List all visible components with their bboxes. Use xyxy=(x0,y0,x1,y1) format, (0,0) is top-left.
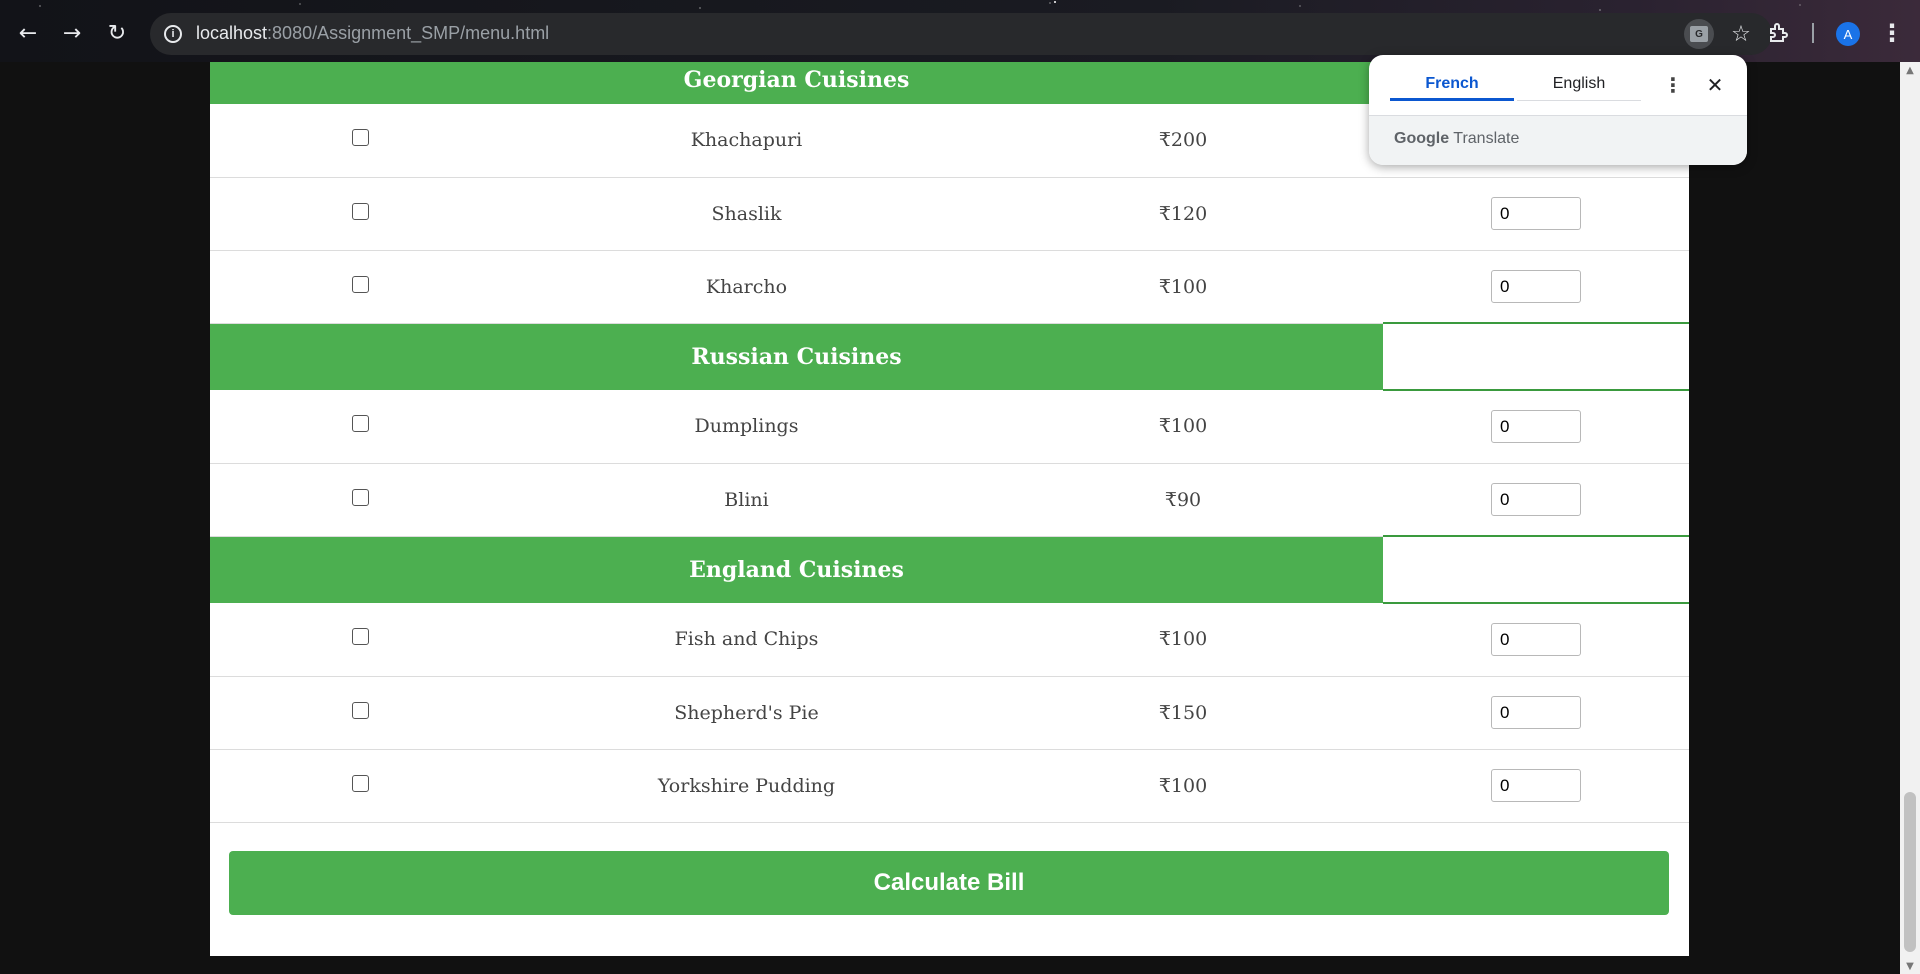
quantity-input[interactable]: 0 xyxy=(1491,696,1582,729)
menu-item-row: Blini ₹90 0 xyxy=(210,463,1690,537)
quantity-input[interactable]: 0 xyxy=(1491,410,1582,444)
more-options-icon[interactable]: ⋮ xyxy=(1661,71,1685,99)
menu-item-row: Kharcho ₹100 0 xyxy=(210,250,1690,324)
menu-item-row: Shaslik ₹120 0 xyxy=(210,177,1690,251)
scroll-up-icon[interactable]: ▲ xyxy=(1900,62,1920,78)
quantity-cell: 0 xyxy=(1383,177,1690,251)
checkbox-cell xyxy=(210,390,510,464)
info-icon[interactable]: i xyxy=(164,25,182,43)
back-arrow-icon[interactable]: ← xyxy=(12,17,44,49)
category-row: England Cuisines xyxy=(210,535,1690,604)
quantity-cell: 0 xyxy=(1383,390,1690,464)
translate-icon: G xyxy=(1690,26,1708,42)
item-name: Shepherd's Pie xyxy=(510,676,983,750)
translate-popup-footer: Google Translate xyxy=(1369,115,1747,165)
item-checkbox[interactable] xyxy=(351,628,369,646)
translate-popup-header: French English ⋮ ✕ xyxy=(1369,55,1747,115)
menu-item-row: Yorkshire Pudding ₹100 0 xyxy=(210,749,1690,823)
item-name: Blini xyxy=(510,463,983,537)
category-title: England Cuisines xyxy=(210,536,1384,603)
checkbox-cell xyxy=(210,250,510,324)
item-checkbox[interactable] xyxy=(351,488,369,506)
quantity-cell: 0 xyxy=(1383,250,1690,324)
item-name: Dumplings xyxy=(510,390,983,464)
checkbox-cell xyxy=(210,749,510,823)
menu-item-row: Fish and Chips ₹100 0 xyxy=(210,603,1690,677)
page-scrollbar[interactable]: ▲ ▼ xyxy=(1900,62,1920,974)
quantity-input[interactable]: 0 xyxy=(1491,269,1582,303)
url-text[interactable]: localhost:8080/Assignment_SMP/menu.html xyxy=(196,23,549,44)
url-path: :8080/Assignment_SMP/menu.html xyxy=(267,23,550,43)
url-host: localhost xyxy=(196,23,268,43)
item-price: ₹120 xyxy=(983,177,1384,251)
category-row-blank xyxy=(1383,535,1690,604)
translate-popup: French English ⋮ ✕ Google Translate xyxy=(1369,55,1747,165)
translate-label: Translate xyxy=(1453,130,1520,147)
google-logo: Google xyxy=(1394,130,1450,147)
tab-english[interactable]: English xyxy=(1517,69,1641,101)
menu-item-row: Dumplings ₹100 0 xyxy=(210,390,1690,464)
item-name: Yorkshire Pudding xyxy=(510,749,983,823)
item-name: Fish and Chips xyxy=(510,603,983,677)
checkbox-cell xyxy=(210,676,510,750)
item-checkbox[interactable] xyxy=(351,701,369,719)
calculate-bill-button[interactable]: Calculate Bill xyxy=(229,851,1669,915)
browser-toolbar: ← → ↻ i localhost:8080/Assignment_SMP/me… xyxy=(0,0,1920,62)
address-bar[interactable]: i localhost:8080/Assignment_SMP/menu.htm… xyxy=(150,13,1772,55)
close-icon[interactable]: ✕ xyxy=(1701,71,1729,99)
menu-panel: Georgian Cuisines Khachapuri ₹200 Shaslik ₹1… xyxy=(210,62,1690,956)
item-price: ₹90 xyxy=(983,463,1384,537)
page-viewport: Georgian Cuisines Khachapuri ₹200 Shaslik ₹1… xyxy=(0,62,1900,974)
item-price: ₹200 xyxy=(983,104,1384,178)
item-price: ₹150 xyxy=(983,676,1384,750)
item-price: ₹100 xyxy=(983,749,1384,823)
item-price: ₹100 xyxy=(983,390,1384,464)
item-price: ₹100 xyxy=(983,603,1384,677)
category-row-blank xyxy=(1383,322,1690,391)
scroll-down-icon[interactable]: ▼ xyxy=(1900,958,1920,974)
profile-avatar[interactable]: A xyxy=(1836,22,1860,46)
translate-page-button[interactable]: G xyxy=(1684,19,1714,49)
item-checkbox[interactable] xyxy=(351,129,369,147)
item-checkbox[interactable] xyxy=(351,774,369,792)
quantity-cell: 0 xyxy=(1383,676,1690,750)
star-icon[interactable]: ☆ xyxy=(1726,19,1756,49)
quantity-input[interactable]: 0 xyxy=(1491,482,1582,516)
item-name: Khachapuri xyxy=(510,104,983,178)
quantity-input[interactable]: 0 xyxy=(1491,197,1582,230)
item-name: Kharcho xyxy=(510,250,983,324)
menu-item-row: Shepherd's Pie ₹150 0 xyxy=(210,676,1690,750)
item-checkbox[interactable] xyxy=(351,275,369,293)
quantity-cell: 0 xyxy=(1383,463,1690,537)
checkbox-cell xyxy=(210,177,510,251)
toolbar-divider xyxy=(1812,23,1814,43)
tab-french[interactable]: French xyxy=(1390,69,1514,101)
quantity-cell: 0 xyxy=(1383,603,1690,677)
item-name: Shaslik xyxy=(510,177,983,251)
quantity-input[interactable]: 0 xyxy=(1491,623,1582,657)
google-translate-brand: Google Translate xyxy=(1394,130,1519,148)
reload-icon[interactable]: ↻ xyxy=(101,17,133,49)
category-row: Russian Cuisines xyxy=(210,322,1690,391)
checkbox-cell xyxy=(210,463,510,537)
category-title: Georgian Cuisines xyxy=(210,62,1384,104)
checkbox-cell xyxy=(210,603,510,677)
quantity-cell: 0 xyxy=(1383,749,1690,823)
item-checkbox[interactable] xyxy=(351,415,369,433)
scrollbar-thumb[interactable] xyxy=(1904,792,1916,952)
item-checkbox[interactable] xyxy=(351,202,369,220)
forward-arrow-icon[interactable]: → xyxy=(56,17,88,49)
item-price: ₹100 xyxy=(983,250,1384,324)
quantity-input[interactable]: 0 xyxy=(1491,769,1582,802)
menu-table: Georgian Cuisines Khachapuri ₹200 Shaslik ₹1… xyxy=(210,62,1690,823)
category-title: Russian Cuisines xyxy=(210,323,1384,390)
more-vert-icon[interactable]: ⋮ xyxy=(1880,17,1904,49)
extensions-icon[interactable] xyxy=(1762,17,1794,49)
checkbox-cell xyxy=(210,104,510,178)
